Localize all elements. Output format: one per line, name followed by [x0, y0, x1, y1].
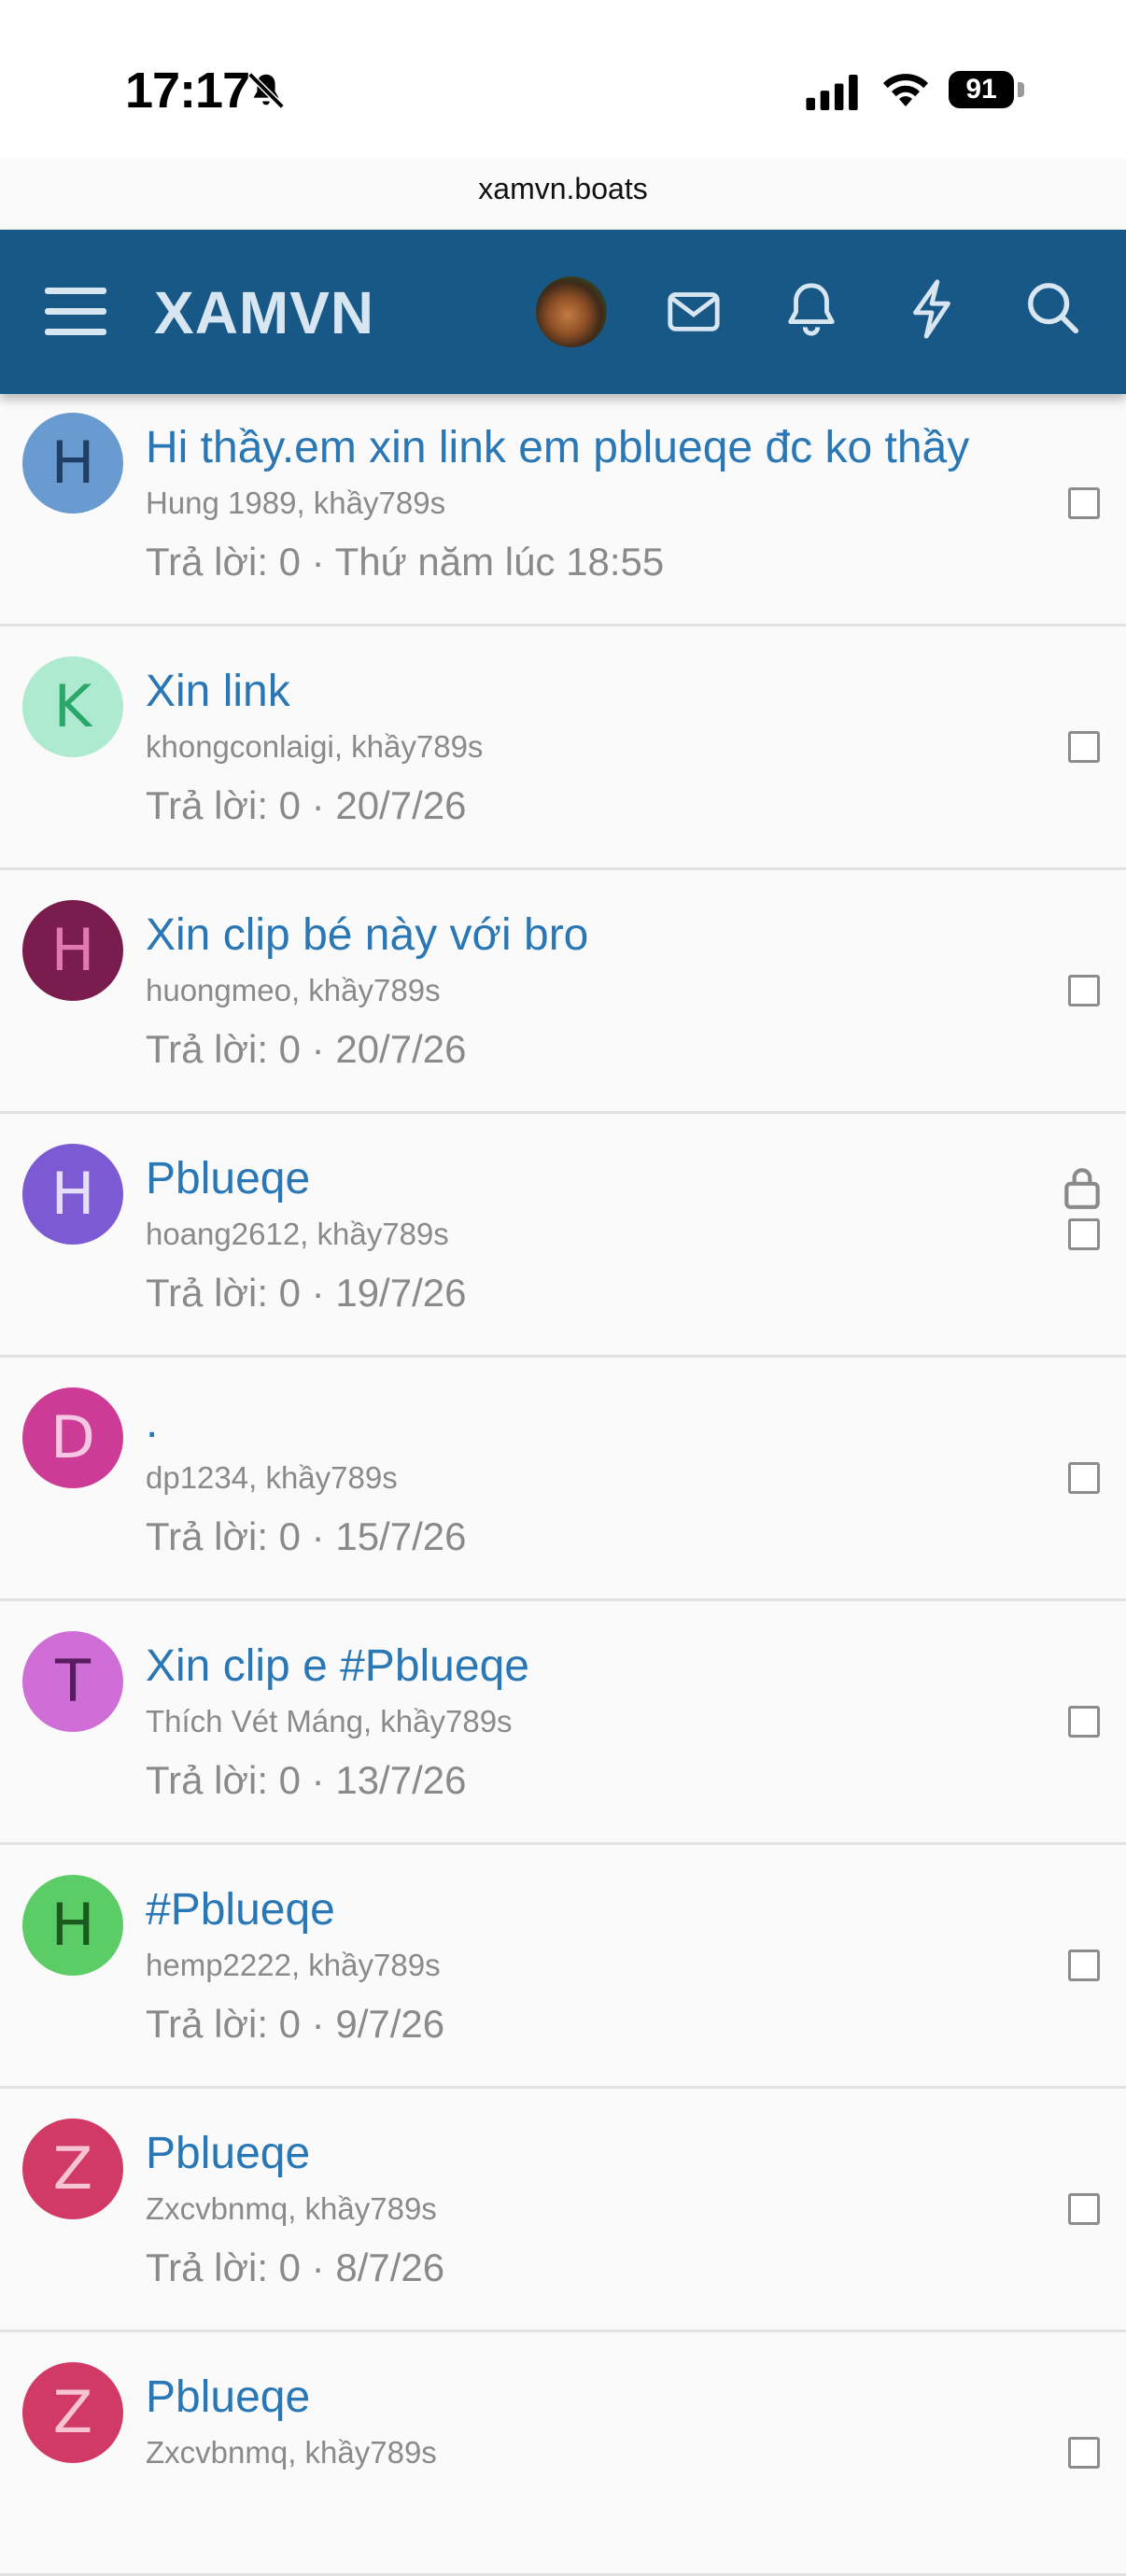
thread-authors: hemp2222, khầy789s — [146, 1948, 441, 1982]
thread-select-checkbox[interactable] — [1068, 2193, 1100, 2225]
menu-icon[interactable] — [45, 284, 106, 340]
thread-author-avatar[interactable]: H — [22, 413, 123, 514]
lock-icon — [1064, 1168, 1100, 1209]
thread-select-checkbox[interactable] — [1068, 1950, 1100, 1981]
thread-row[interactable]: T Xin clip e #Pblueqe Thích Vét Máng, kh… — [0, 1601, 1126, 1845]
thread-stats: Trả lời: 0 · 9/7/26 — [146, 2002, 445, 2046]
thread-authors: dp1234, khầy789s — [146, 1460, 398, 1495]
bell-off-icon — [247, 72, 285, 109]
thread-row[interactable]: H #Pblueqe hemp2222, khầy789s Trả lời: 0… — [0, 1845, 1126, 2089]
thread-stats: Trả lời: 0 · 20/7/26 — [146, 783, 467, 827]
thread-select-checkbox[interactable] — [1068, 2437, 1100, 2469]
wifi-icon — [883, 74, 928, 106]
thread-title[interactable]: Xin clip e #Pblueqe — [146, 1640, 529, 1692]
thread-title[interactable]: Pblueqe — [146, 2128, 310, 2179]
thread-authors: khongconlaigi, khầy789s — [146, 729, 484, 764]
thread-stats: Trả lời: 0 · 15/7/26 — [146, 1514, 467, 1558]
thread-authors: Thích Vét Máng, khầy789s — [146, 1704, 513, 1738]
thread-select-checkbox[interactable] — [1068, 1706, 1100, 1738]
battery-nub — [1018, 82, 1024, 97]
thread-select-checkbox[interactable] — [1068, 731, 1100, 763]
thread-row[interactable]: Z Pblueqe Zxcvbnmq, khầy789s — [0, 2332, 1126, 2576]
thread-author-avatar[interactable]: D — [22, 1387, 123, 1488]
thread-stats: Trả lời: 0 · 13/7/26 — [146, 1758, 467, 1802]
thread-row[interactable]: H Hi thầy.em xin link em pblueqe đc ko t… — [0, 383, 1126, 626]
cellular-signal-icon — [806, 75, 858, 110]
thread-row[interactable]: D . dp1234, khầy789s Trả lời: 0 · 15/7/2… — [0, 1358, 1126, 1601]
thread-author-avatar[interactable]: K — [22, 656, 123, 757]
thread-author-avatar[interactable]: Z — [22, 2119, 123, 2219]
thread-title[interactable]: #Pblueqe — [146, 1884, 335, 1936]
lightning-icon[interactable] — [904, 278, 960, 340]
status-time: 17:17 — [125, 63, 250, 119]
thread-stats: Trả lời: 0 · Thứ năm lúc 18:55 — [146, 540, 665, 584]
thread-select-checkbox[interactable] — [1068, 975, 1100, 1006]
thread-stats: Trả lời: 0 · 19/7/26 — [146, 1271, 467, 1315]
thread-row[interactable]: H Xin clip bé này với bro huongmeo, khầy… — [0, 870, 1126, 1114]
thread-author-avatar[interactable]: T — [22, 1631, 123, 1732]
thread-select-checkbox[interactable] — [1068, 487, 1100, 519]
site-header: XAMVN — [0, 230, 1126, 394]
thread-authors: Hung 1989, khầy789s — [146, 486, 446, 520]
thread-select-checkbox[interactable] — [1068, 1218, 1100, 1250]
thread-author-avatar[interactable]: H — [22, 900, 123, 1001]
search-icon[interactable] — [1023, 278, 1081, 340]
thread-select-checkbox[interactable] — [1068, 1462, 1100, 1494]
thread-title[interactable]: Pblueqe — [146, 2372, 310, 2423]
thread-authors: huongmeo, khầy789s — [146, 973, 441, 1007]
thread-authors: Zxcvbnmq, khầy789s — [146, 2435, 437, 2470]
thread-stats: Trả lời: 0 · 20/7/26 — [146, 1027, 467, 1071]
thread-title[interactable]: Xin clip bé này với bro — [146, 909, 588, 961]
thread-author-avatar[interactable]: H — [22, 1875, 123, 1976]
thread-title[interactable]: . — [146, 1397, 158, 1448]
bell-icon[interactable] — [782, 278, 840, 340]
thread-row[interactable]: H Pblueqe hoang2612, khầy789s Trả lời: 0… — [0, 1114, 1126, 1358]
thread-stats: Trả lời: 0 · 8/7/26 — [146, 2245, 445, 2289]
thread-title[interactable]: Xin link — [146, 666, 290, 717]
site-logo[interactable]: XAMVN — [154, 278, 374, 347]
mail-icon[interactable] — [665, 282, 723, 340]
thread-list: H Hi thầy.em xin link em pblueqe đc ko t… — [0, 383, 1126, 2576]
thread-authors: Zxcvbnmq, khầy789s — [146, 2191, 437, 2226]
battery-level: 91 — [949, 71, 1014, 108]
thread-authors: hoang2612, khầy789s — [146, 1217, 449, 1251]
thread-row[interactable]: K Xin link khongconlaigi, khầy789s Trả l… — [0, 626, 1126, 870]
status-bar: 17:17 91 xamvn.boats — [0, 0, 1126, 205]
thread-title[interactable]: Hi thầy.em xin link em pblueqe đc ko thầ… — [146, 422, 969, 473]
thread-title[interactable]: Pblueqe — [146, 1153, 310, 1204]
thread-author-avatar[interactable]: H — [22, 1144, 123, 1245]
thread-row[interactable]: Z Pblueqe Zxcvbnmq, khầy789s Trả lời: 0 … — [0, 2089, 1126, 2332]
user-avatar[interactable] — [536, 276, 607, 347]
browser-url[interactable]: xamvn.boats — [0, 172, 1126, 206]
